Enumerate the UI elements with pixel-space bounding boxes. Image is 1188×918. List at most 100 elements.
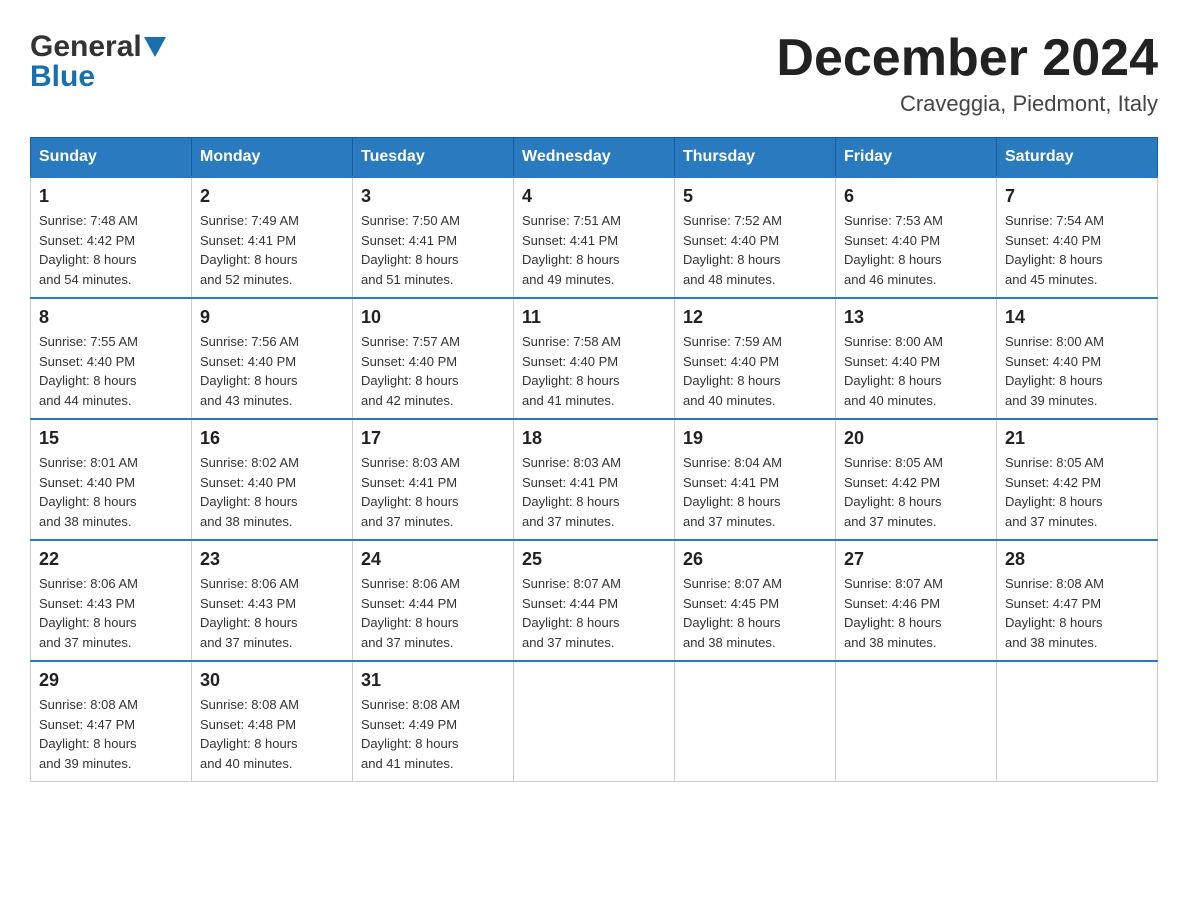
day-info: Sunrise: 7:52 AMSunset: 4:40 PMDaylight:…: [683, 211, 827, 289]
day-info: Sunrise: 8:05 AMSunset: 4:42 PMDaylight:…: [1005, 453, 1149, 531]
day-number: 11: [522, 307, 666, 328]
day-info: Sunrise: 8:07 AMSunset: 4:45 PMDaylight:…: [683, 574, 827, 652]
day-info: Sunrise: 7:50 AMSunset: 4:41 PMDaylight:…: [361, 211, 505, 289]
calendar-week-row: 1 Sunrise: 7:48 AMSunset: 4:42 PMDayligh…: [31, 177, 1158, 298]
day-number: 26: [683, 549, 827, 570]
table-row: 3 Sunrise: 7:50 AMSunset: 4:41 PMDayligh…: [353, 177, 514, 298]
day-info: Sunrise: 8:07 AMSunset: 4:44 PMDaylight:…: [522, 574, 666, 652]
day-number: 13: [844, 307, 988, 328]
calendar-subtitle: Craveggia, Piedmont, Italy: [776, 91, 1158, 117]
calendar-week-row: 8 Sunrise: 7:55 AMSunset: 4:40 PMDayligh…: [31, 298, 1158, 419]
day-number: 8: [39, 307, 183, 328]
day-info: Sunrise: 8:03 AMSunset: 4:41 PMDaylight:…: [361, 453, 505, 531]
table-row: [836, 661, 997, 782]
calendar-week-row: 15 Sunrise: 8:01 AMSunset: 4:40 PMDaylig…: [31, 419, 1158, 540]
day-number: 18: [522, 428, 666, 449]
day-number: 17: [361, 428, 505, 449]
table-row: 1 Sunrise: 7:48 AMSunset: 4:42 PMDayligh…: [31, 177, 192, 298]
day-info: Sunrise: 7:59 AMSunset: 4:40 PMDaylight:…: [683, 332, 827, 410]
day-number: 24: [361, 549, 505, 570]
col-thursday: Thursday: [675, 138, 836, 178]
day-info: Sunrise: 8:06 AMSunset: 4:44 PMDaylight:…: [361, 574, 505, 652]
table-row: 19 Sunrise: 8:04 AMSunset: 4:41 PMDaylig…: [675, 419, 836, 540]
day-info: Sunrise: 8:06 AMSunset: 4:43 PMDaylight:…: [200, 574, 344, 652]
day-number: 27: [844, 549, 988, 570]
col-tuesday: Tuesday: [353, 138, 514, 178]
table-row: 31 Sunrise: 8:08 AMSunset: 4:49 PMDaylig…: [353, 661, 514, 782]
calendar-header-row: Sunday Monday Tuesday Wednesday Thursday…: [31, 138, 1158, 178]
col-friday: Friday: [836, 138, 997, 178]
day-info: Sunrise: 8:08 AMSunset: 4:47 PMDaylight:…: [1005, 574, 1149, 652]
table-row: 27 Sunrise: 8:07 AMSunset: 4:46 PMDaylig…: [836, 540, 997, 661]
logo-blue: Blue: [30, 60, 95, 94]
day-number: 2: [200, 186, 344, 207]
day-number: 28: [1005, 549, 1149, 570]
day-number: 7: [1005, 186, 1149, 207]
day-number: 20: [844, 428, 988, 449]
day-info: Sunrise: 8:05 AMSunset: 4:42 PMDaylight:…: [844, 453, 988, 531]
title-block: December 2024 Craveggia, Piedmont, Italy: [776, 30, 1158, 117]
logo: General Blue: [30, 30, 166, 94]
table-row: [675, 661, 836, 782]
table-row: 24 Sunrise: 8:06 AMSunset: 4:44 PMDaylig…: [353, 540, 514, 661]
day-number: 19: [683, 428, 827, 449]
day-number: 25: [522, 549, 666, 570]
table-row: 15 Sunrise: 8:01 AMSunset: 4:40 PMDaylig…: [31, 419, 192, 540]
day-info: Sunrise: 7:55 AMSunset: 4:40 PMDaylight:…: [39, 332, 183, 410]
day-info: Sunrise: 8:00 AMSunset: 4:40 PMDaylight:…: [1005, 332, 1149, 410]
day-number: 4: [522, 186, 666, 207]
table-row: 20 Sunrise: 8:05 AMSunset: 4:42 PMDaylig…: [836, 419, 997, 540]
calendar-week-row: 29 Sunrise: 8:08 AMSunset: 4:47 PMDaylig…: [31, 661, 1158, 782]
day-number: 16: [200, 428, 344, 449]
day-number: 21: [1005, 428, 1149, 449]
table-row: 22 Sunrise: 8:06 AMSunset: 4:43 PMDaylig…: [31, 540, 192, 661]
day-info: Sunrise: 8:03 AMSunset: 4:41 PMDaylight:…: [522, 453, 666, 531]
day-info: Sunrise: 8:08 AMSunset: 4:47 PMDaylight:…: [39, 695, 183, 773]
day-number: 6: [844, 186, 988, 207]
day-number: 15: [39, 428, 183, 449]
day-info: Sunrise: 8:07 AMSunset: 4:46 PMDaylight:…: [844, 574, 988, 652]
day-number: 14: [1005, 307, 1149, 328]
table-row: 29 Sunrise: 8:08 AMSunset: 4:47 PMDaylig…: [31, 661, 192, 782]
table-row: 6 Sunrise: 7:53 AMSunset: 4:40 PMDayligh…: [836, 177, 997, 298]
table-row: 11 Sunrise: 7:58 AMSunset: 4:40 PMDaylig…: [514, 298, 675, 419]
table-row: 16 Sunrise: 8:02 AMSunset: 4:40 PMDaylig…: [192, 419, 353, 540]
table-row: 14 Sunrise: 8:00 AMSunset: 4:40 PMDaylig…: [997, 298, 1158, 419]
day-info: Sunrise: 7:58 AMSunset: 4:40 PMDaylight:…: [522, 332, 666, 410]
day-info: Sunrise: 7:56 AMSunset: 4:40 PMDaylight:…: [200, 332, 344, 410]
day-number: 12: [683, 307, 827, 328]
table-row: [997, 661, 1158, 782]
day-number: 31: [361, 670, 505, 691]
day-number: 22: [39, 549, 183, 570]
table-row: 12 Sunrise: 7:59 AMSunset: 4:40 PMDaylig…: [675, 298, 836, 419]
col-saturday: Saturday: [997, 138, 1158, 178]
table-row: 2 Sunrise: 7:49 AMSunset: 4:41 PMDayligh…: [192, 177, 353, 298]
table-row: [514, 661, 675, 782]
day-number: 1: [39, 186, 183, 207]
day-number: 3: [361, 186, 505, 207]
day-info: Sunrise: 8:01 AMSunset: 4:40 PMDaylight:…: [39, 453, 183, 531]
table-row: 5 Sunrise: 7:52 AMSunset: 4:40 PMDayligh…: [675, 177, 836, 298]
day-info: Sunrise: 7:49 AMSunset: 4:41 PMDaylight:…: [200, 211, 344, 289]
day-number: 30: [200, 670, 344, 691]
day-number: 23: [200, 549, 344, 570]
table-row: 30 Sunrise: 8:08 AMSunset: 4:48 PMDaylig…: [192, 661, 353, 782]
table-row: 18 Sunrise: 8:03 AMSunset: 4:41 PMDaylig…: [514, 419, 675, 540]
table-row: 28 Sunrise: 8:08 AMSunset: 4:47 PMDaylig…: [997, 540, 1158, 661]
day-info: Sunrise: 8:04 AMSunset: 4:41 PMDaylight:…: [683, 453, 827, 531]
day-info: Sunrise: 7:54 AMSunset: 4:40 PMDaylight:…: [1005, 211, 1149, 289]
day-info: Sunrise: 7:51 AMSunset: 4:41 PMDaylight:…: [522, 211, 666, 289]
table-row: 17 Sunrise: 8:03 AMSunset: 4:41 PMDaylig…: [353, 419, 514, 540]
day-number: 9: [200, 307, 344, 328]
day-number: 10: [361, 307, 505, 328]
col-wednesday: Wednesday: [514, 138, 675, 178]
logo-general: General: [30, 30, 142, 64]
day-info: Sunrise: 8:00 AMSunset: 4:40 PMDaylight:…: [844, 332, 988, 410]
table-row: 23 Sunrise: 8:06 AMSunset: 4:43 PMDaylig…: [192, 540, 353, 661]
table-row: 13 Sunrise: 8:00 AMSunset: 4:40 PMDaylig…: [836, 298, 997, 419]
page-header: General Blue December 2024 Craveggia, Pi…: [30, 30, 1158, 117]
calendar-table: Sunday Monday Tuesday Wednesday Thursday…: [30, 137, 1158, 782]
col-monday: Monday: [192, 138, 353, 178]
table-row: 26 Sunrise: 8:07 AMSunset: 4:45 PMDaylig…: [675, 540, 836, 661]
day-info: Sunrise: 8:06 AMSunset: 4:43 PMDaylight:…: [39, 574, 183, 652]
